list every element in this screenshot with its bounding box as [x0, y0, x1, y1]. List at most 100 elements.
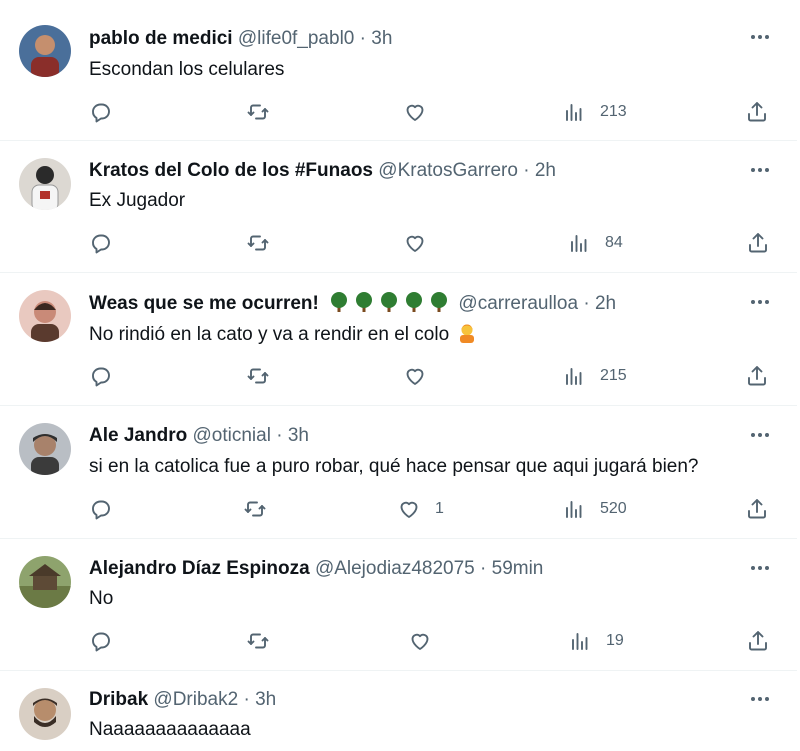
view-count: 213 — [600, 103, 627, 120]
more-options-icon[interactable] — [749, 159, 771, 181]
avatar[interactable] — [19, 25, 71, 77]
reply-icon — [92, 103, 110, 123]
tweet-text: Naaaaaaaaaaaaaa — [89, 719, 251, 740]
share-button[interactable] — [746, 626, 770, 656]
view-count: 520 — [600, 500, 627, 517]
views-button[interactable]: 520 — [562, 494, 627, 524]
reply-button[interactable] — [89, 626, 113, 656]
tweet[interactable]: pablo de medici @life0f_pabl0 · 3h Escon… — [0, 0, 797, 141]
reply-button[interactable] — [89, 361, 113, 391]
author-handle[interactable]: @oticnial — [192, 425, 270, 446]
reply-feed: pablo de medici @life0f_pabl0 · 3h Escon… — [0, 0, 800, 751]
share-icon — [749, 233, 767, 253]
tweet[interactable]: Kratos del Colo de los #Funaos @KratosGa… — [0, 141, 797, 273]
action-bar: 19 — [0, 626, 797, 656]
views-button[interactable]: 19 — [568, 626, 624, 656]
timestamp[interactable]: 3h — [288, 425, 309, 446]
tweet-text: Escondan los celulares — [89, 59, 285, 80]
more-options-icon[interactable] — [749, 424, 771, 446]
analytics-icon — [572, 633, 588, 650]
timestamp[interactable]: 59min — [492, 558, 544, 579]
share-button[interactable] — [745, 97, 769, 127]
tweet-header: Dribak @Dribak2 · 3h — [89, 688, 727, 712]
reply-button[interactable] — [89, 494, 113, 524]
timestamp[interactable]: 3h — [371, 28, 392, 49]
view-count: 215 — [600, 367, 627, 384]
author-handle[interactable]: @carreraulloa — [458, 293, 578, 314]
author-name[interactable]: Alejandro Díaz Espinoza — [89, 558, 310, 579]
avatar[interactable] — [19, 688, 71, 740]
author-name[interactable]: Kratos del Colo de los #Funaos — [89, 160, 373, 181]
author-handle[interactable]: @KratosGarrero — [378, 160, 518, 181]
avatar[interactable] — [19, 158, 71, 210]
retweet-button[interactable] — [243, 494, 267, 524]
tweet[interactable]: Weas que se me ocurren! @carreraulloa · … — [0, 273, 797, 406]
tweet[interactable]: Alejandro Díaz Espinoza @Alejodiaz482075… — [0, 539, 797, 671]
tree-emoji — [356, 292, 373, 312]
tweet-header: Weas que se me ocurren! @carreraulloa · … — [89, 291, 727, 316]
avatar[interactable] — [19, 423, 71, 475]
author-name[interactable]: Ale Jandro — [89, 425, 187, 446]
heart-icon — [406, 235, 424, 252]
retweet-button[interactable] — [246, 626, 270, 656]
author-handle[interactable]: @life0f_pabl0 — [238, 28, 354, 49]
tweet[interactable]: Ale Jandro @oticnial · 3h si en la catol… — [0, 406, 797, 539]
author-handle[interactable]: @Alejodiaz482075 — [315, 558, 475, 579]
retweet-button[interactable] — [246, 228, 270, 258]
like-button[interactable]: 1 — [397, 494, 444, 524]
author-name[interactable]: pablo de medici — [89, 28, 233, 49]
reply-button[interactable] — [89, 97, 113, 127]
author-handle[interactable]: @Dribak2 — [153, 689, 238, 710]
timestamp[interactable]: 2h — [595, 293, 616, 314]
timestamp[interactable]: 2h — [535, 160, 556, 181]
author-name[interactable]: Weas que se me ocurren! — [89, 293, 319, 314]
more-options-icon[interactable] — [749, 291, 771, 313]
views-button[interactable]: 84 — [567, 228, 623, 258]
share-button[interactable] — [746, 228, 770, 258]
share-icon — [748, 366, 766, 386]
tweet-header: pablo de medici @life0f_pabl0 · 3h — [89, 27, 727, 51]
retweet-button[interactable] — [246, 361, 270, 391]
more-options-icon[interactable] — [749, 688, 771, 710]
heart-icon — [406, 104, 424, 121]
avatar[interactable] — [19, 290, 71, 342]
separator: · — [523, 160, 530, 181]
separator: · — [243, 689, 250, 710]
retweet-icon — [247, 633, 269, 649]
separator: · — [480, 558, 487, 579]
like-button[interactable] — [403, 97, 441, 127]
retweet-icon — [247, 368, 269, 384]
views-button[interactable]: 213 — [562, 97, 627, 127]
like-button[interactable] — [403, 228, 441, 258]
share-button[interactable] — [745, 494, 769, 524]
share-icon — [749, 631, 767, 651]
view-count: 19 — [606, 632, 624, 649]
timestamp[interactable]: 3h — [255, 689, 276, 710]
share-button[interactable] — [745, 361, 769, 391]
tweet-text-line: No rindió en la cato y va a rendir en el… — [89, 322, 478, 347]
like-button[interactable] — [408, 626, 446, 656]
like-button[interactable] — [403, 361, 441, 391]
analytics-icon — [566, 104, 582, 121]
person-gesturing-emoji — [460, 324, 475, 343]
reply-button[interactable] — [89, 228, 113, 258]
tree-emoji — [431, 292, 448, 312]
retweet-button[interactable] — [246, 97, 270, 127]
more-options-icon[interactable] — [749, 557, 771, 579]
share-icon — [748, 499, 766, 519]
views-button[interactable]: 215 — [562, 361, 627, 391]
action-bar: 1 520 — [0, 494, 797, 524]
more-options-icon[interactable] — [749, 26, 771, 48]
separator: · — [583, 293, 590, 314]
tweet[interactable]: Dribak @Dribak2 · 3h Naaaaaaaaaaaaaa — [0, 671, 797, 751]
separator: · — [276, 425, 283, 446]
action-bar: 84 — [0, 228, 797, 258]
tree-emoji — [406, 292, 423, 312]
analytics-icon — [566, 368, 582, 385]
tweet-header: Ale Jandro @oticnial · 3h — [89, 424, 727, 448]
author-name[interactable]: Dribak — [89, 689, 148, 710]
tree-emoji — [381, 292, 398, 312]
avatar[interactable] — [19, 556, 71, 608]
tweet-header: Kratos del Colo de los #Funaos @KratosGa… — [89, 159, 727, 183]
heart-icon — [406, 368, 424, 385]
